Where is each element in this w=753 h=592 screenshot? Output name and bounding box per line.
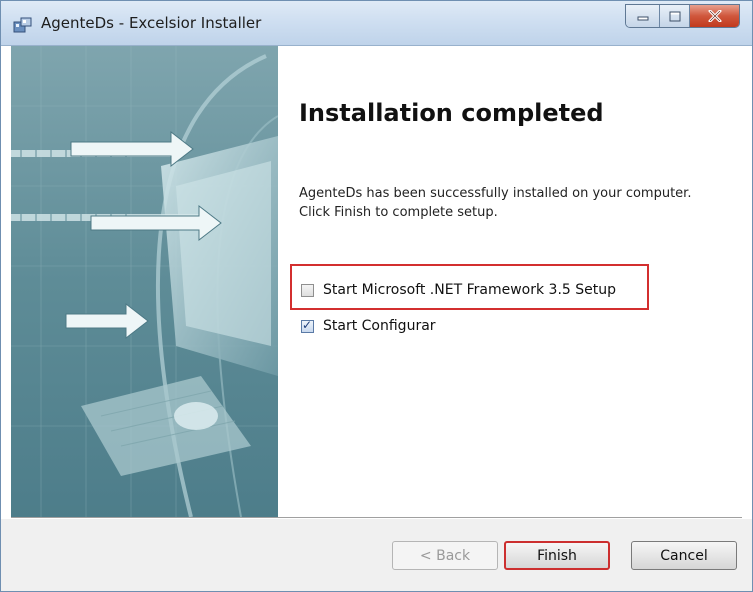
configurar-label: Start Configurar (323, 318, 436, 334)
back-button[interactable]: < Back (392, 541, 498, 570)
close-button[interactable] (690, 5, 739, 27)
footer-divider (11, 517, 742, 519)
configurar-option[interactable]: ✓ Start Configurar (301, 318, 436, 334)
dotnet-setup-checkbox[interactable] (301, 283, 314, 297)
installer-window: AgenteDs - Excelsior Installer Installat… (0, 0, 753, 592)
caption-buttons (625, 4, 740, 28)
window-title: AgenteDs - Excelsior Installer (41, 14, 262, 32)
page-title: Installation completed (299, 99, 604, 127)
cancel-button[interactable]: Cancel (631, 541, 737, 570)
maximize-button[interactable] (660, 5, 690, 27)
finish-button[interactable]: Finish (504, 541, 610, 570)
checkmark-icon: ✓ (302, 317, 313, 332)
completion-message: AgenteDs has been successfully installed… (299, 186, 692, 220)
dotnet-setup-option[interactable]: Start Microsoft .NET Framework 3.5 Setup (301, 282, 616, 298)
maximize-icon (669, 11, 680, 21)
minimize-button[interactable] (626, 5, 660, 27)
close-icon (708, 10, 721, 22)
minimize-icon (637, 16, 648, 21)
title-bar[interactable]: AgenteDs - Excelsior Installer (1, 1, 752, 46)
installer-icon (13, 17, 32, 33)
configurar-checkbox[interactable]: ✓ (301, 317, 314, 333)
side-banner-image (11, 46, 278, 517)
dotnet-setup-label: Start Microsoft .NET Framework 3.5 Setup (323, 282, 616, 298)
